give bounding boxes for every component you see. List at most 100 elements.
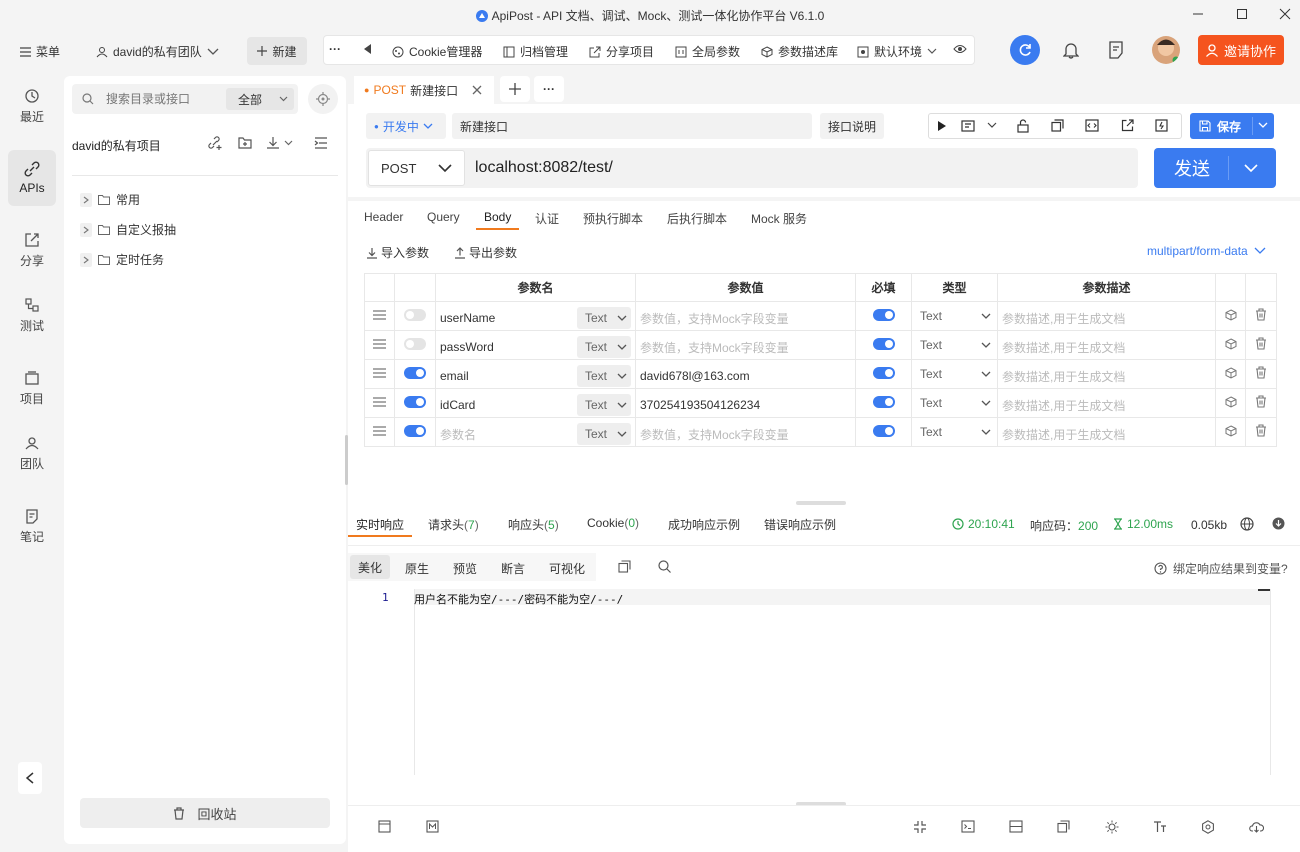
share-icon[interactable]	[1121, 119, 1134, 132]
type-select[interactable]: Text	[916, 338, 993, 352]
tab-body[interactable]: Body	[484, 210, 511, 224]
resp-tab-req-headers[interactable]: 请求头(7)	[428, 516, 479, 533]
tab-mock[interactable]: Mock 服务	[751, 210, 807, 227]
close-window-button[interactable]	[1275, 4, 1295, 24]
settings-icon[interactable]	[1201, 820, 1215, 834]
param-desc-placeholder[interactable]: 参数描述,用于生成文档	[1002, 312, 1125, 326]
global-params-button[interactable]: 全局参数	[675, 43, 740, 60]
param-name[interactable]: idCard	[440, 398, 475, 412]
param-value-placeholder[interactable]: 参数值，支持Mock字段变量	[640, 312, 789, 326]
chevron-down-icon[interactable]	[1244, 164, 1258, 173]
type-select[interactable]: Text	[916, 309, 993, 323]
resp-tab-res-headers[interactable]: 响应头(5)	[508, 516, 559, 533]
drag-handle-icon[interactable]	[373, 310, 386, 320]
minimize-button[interactable]	[1188, 4, 1208, 24]
tab-query[interactable]: Query	[427, 210, 460, 224]
view-tab-raw[interactable]: 原生	[405, 560, 429, 577]
param-desc-placeholder[interactable]: 参数描述,用于生成文档	[1002, 399, 1125, 413]
resize-handle[interactable]	[796, 501, 846, 505]
search-input[interactable]	[106, 92, 206, 106]
lock-icon[interactable]	[1017, 119, 1029, 133]
param-type-select[interactable]: Text	[577, 365, 631, 387]
enable-toggle[interactable]	[404, 366, 426, 379]
env-selector[interactable]: 默认环境	[857, 43, 937, 60]
drag-handle-icon[interactable]	[373, 368, 386, 378]
maximize-button[interactable]	[1232, 4, 1252, 24]
notes-icon[interactable]	[1107, 40, 1125, 60]
trash-icon[interactable]	[1255, 308, 1267, 321]
enable-toggle[interactable]	[404, 337, 426, 350]
cube-icon[interactable]	[1225, 395, 1237, 408]
bell-icon[interactable]	[1062, 40, 1080, 60]
avatar[interactable]	[1152, 36, 1180, 64]
import-dropdown[interactable]	[266, 136, 293, 150]
filter-select[interactable]: 全部	[226, 88, 294, 110]
markdown-icon[interactable]	[426, 820, 439, 833]
folder-item[interactable]: 定时任务	[80, 251, 164, 268]
view-tab-visual[interactable]: 可视化	[549, 560, 585, 577]
tab-post-script[interactable]: 后执行脚本	[667, 210, 727, 227]
copy-icon[interactable]	[1057, 820, 1070, 833]
code-icon[interactable]	[1085, 119, 1099, 132]
param-name[interactable]: passWord	[440, 340, 494, 354]
bind-variable-link[interactable]: 绑定响应结果到变量?	[1154, 560, 1288, 577]
export-params-button[interactable]: 导出参数	[454, 244, 517, 261]
type-select[interactable]: Text	[916, 367, 993, 381]
cookie-manager-button[interactable]: Cookie管理器	[392, 43, 482, 60]
param-value[interactable]: david678l@163.com	[640, 369, 750, 383]
add-tab-button[interactable]	[500, 76, 530, 102]
view-tab-assert[interactable]: 断言	[501, 560, 525, 577]
type-select[interactable]: Text	[916, 425, 993, 439]
required-toggle[interactable]	[872, 395, 895, 408]
import-params-button[interactable]: 导入参数	[366, 244, 429, 261]
enable-toggle[interactable]	[404, 395, 426, 408]
scroll-left-icon[interactable]	[364, 44, 372, 54]
param-type-select[interactable]: Text	[577, 307, 631, 329]
param-type-select[interactable]: Text	[577, 336, 631, 358]
rail-item-share[interactable]: 分享	[8, 222, 56, 278]
status-select[interactable]: ● 开发中	[366, 113, 446, 139]
required-toggle[interactable]	[872, 337, 895, 350]
new-button[interactable]: 新建	[247, 37, 307, 65]
cloud-download-icon[interactable]	[1249, 820, 1264, 833]
send-button[interactable]: 发送	[1154, 148, 1276, 188]
chevron-down-icon[interactable]	[1258, 122, 1268, 129]
search-icon[interactable]	[658, 560, 671, 573]
rail-item-test[interactable]: 测试	[8, 287, 56, 343]
archive-button[interactable]: 归档管理	[503, 43, 568, 60]
split-icon[interactable]	[1009, 820, 1023, 833]
share-project-button[interactable]: 分享项目	[589, 43, 654, 60]
tab-new-api[interactable]: ● POST 新建接口	[354, 76, 494, 104]
cube-icon[interactable]	[1225, 337, 1237, 350]
copy-icon[interactable]	[618, 560, 631, 573]
format-icon[interactable]	[961, 120, 975, 132]
menu-button[interactable]: 菜单	[20, 43, 60, 60]
font-size-icon[interactable]	[1153, 820, 1167, 833]
param-value-placeholder[interactable]: 参数值，支持Mock字段变量	[640, 428, 789, 442]
required-toggle[interactable]	[872, 424, 895, 437]
layout-icon[interactable]	[378, 820, 391, 833]
resp-tab-success-example[interactable]: 成功响应示例	[668, 516, 740, 533]
rail-item-team[interactable]: 团队	[8, 425, 56, 481]
folder-item[interactable]: 常用	[80, 191, 140, 208]
tab-header[interactable]: Header	[364, 210, 403, 224]
rail-item-project[interactable]: 项目	[8, 360, 56, 416]
locate-icon[interactable]	[308, 84, 338, 114]
param-desc-placeholder[interactable]: 参数描述,用于生成文档	[1002, 370, 1125, 384]
trash-icon[interactable]	[1255, 424, 1267, 437]
param-desc-placeholder[interactable]: 参数描述,用于生成文档	[1002, 428, 1125, 442]
api-doc-button[interactable]: 接口说明	[820, 113, 884, 139]
flash-icon[interactable]	[1155, 119, 1168, 132]
param-name[interactable]: userName	[440, 311, 495, 325]
trash-icon[interactable]	[1255, 337, 1267, 350]
required-toggle[interactable]	[872, 366, 895, 379]
run-icon[interactable]	[937, 120, 947, 132]
drag-handle-icon[interactable]	[373, 397, 386, 407]
tab-pre-script[interactable]: 预执行脚本	[583, 210, 643, 227]
trash-icon[interactable]	[1255, 366, 1267, 379]
trash-icon[interactable]	[1255, 395, 1267, 408]
sun-icon[interactable]	[1105, 820, 1119, 834]
response-editor[interactable]: 1 用户名不能为空/---/密码不能为空/---/	[348, 589, 1271, 775]
terminal-icon[interactable]	[961, 820, 975, 833]
url-input[interactable]: localhost:8082/test/	[475, 159, 613, 177]
